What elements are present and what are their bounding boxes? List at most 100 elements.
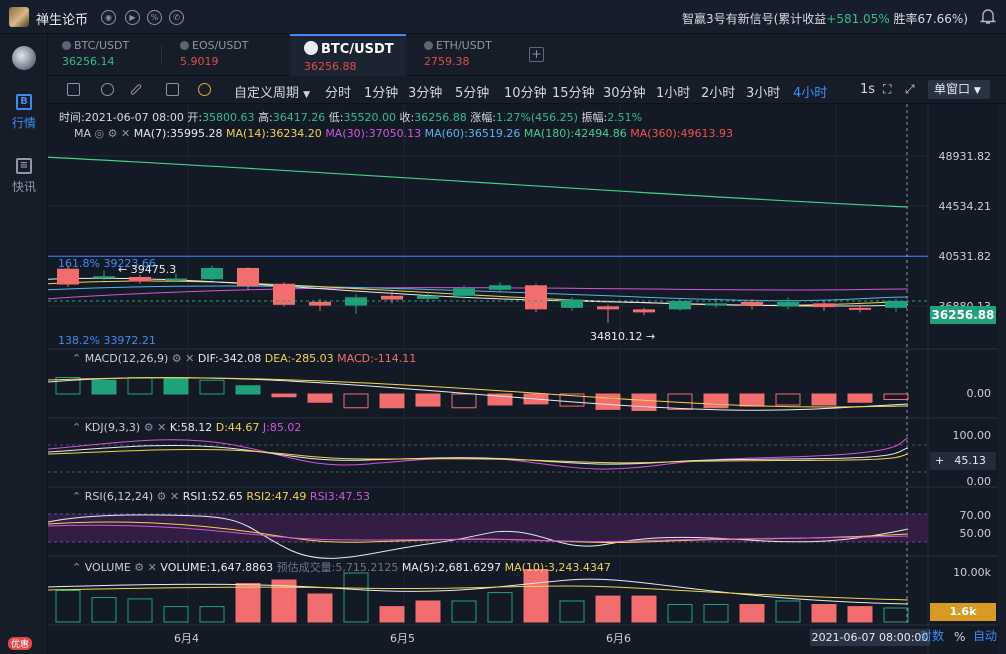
nav-market[interactable]: B 行情 bbox=[0, 94, 48, 131]
coin-icon bbox=[62, 41, 71, 50]
close-icon[interactable]: ✕ bbox=[121, 127, 130, 140]
pen-icon[interactable] bbox=[129, 83, 143, 96]
fullscreen-icon[interactable]: ⛶ bbox=[883, 82, 891, 97]
custom-period-dropdown[interactable]: 自定义周期 ▼ bbox=[234, 82, 310, 101]
candle-body bbox=[849, 307, 871, 310]
candle-body bbox=[129, 276, 151, 282]
tab-btc-usdt-active[interactable]: BTC/USDT 36256.88 bbox=[290, 34, 406, 76]
macd-bar bbox=[775, 393, 801, 406]
period-7[interactable]: 1小时 bbox=[656, 82, 690, 101]
macd-bar bbox=[631, 393, 657, 411]
plus-icon[interactable]: + bbox=[930, 452, 944, 470]
info-time: 时间:2021-06-07 08:00 bbox=[59, 111, 184, 124]
candle-body bbox=[777, 301, 799, 307]
tab-pair: BTC/USDT bbox=[74, 39, 130, 52]
app-logo-icon[interactable] bbox=[12, 46, 36, 70]
auto-scale-toggle[interactable]: 自动 bbox=[973, 627, 997, 644]
period-4[interactable]: 10分钟 bbox=[504, 82, 547, 101]
bell-icon[interactable] bbox=[980, 8, 996, 25]
percent-scale-toggle[interactable]: % bbox=[954, 630, 965, 644]
macd-name: MACD(12,26,9) bbox=[84, 352, 169, 365]
close-icon[interactable]: ✕ bbox=[185, 352, 194, 365]
settings-icon[interactable]: ⚙ bbox=[134, 561, 144, 574]
volume-name: VOLUME bbox=[84, 561, 131, 574]
tag-icon[interactable]: ◉ bbox=[101, 10, 116, 25]
price-axis-label: 48931.82 bbox=[938, 150, 992, 163]
macd-bar bbox=[91, 379, 117, 395]
nav-news[interactable]: ≡ 快讯 bbox=[0, 158, 48, 195]
tab-price: 36256.88 bbox=[304, 60, 357, 73]
volume-bar bbox=[127, 598, 153, 623]
info-amp-label: 振幅: bbox=[581, 111, 608, 124]
signal-notice[interactable]: 智赢3号有新信号(累计收益+581.05% 胜率67.66%) bbox=[682, 10, 968, 27]
volume-value: VOLUME:1,647.8863 bbox=[160, 561, 274, 574]
candle-body bbox=[741, 301, 763, 306]
time-axis-label: 6月5 bbox=[390, 632, 415, 645]
nav-market-label: 行情 bbox=[11, 116, 36, 130]
macd-bar bbox=[451, 393, 477, 409]
volume-tag: 1.6k bbox=[930, 603, 996, 621]
settings-icon[interactable]: ⚙ bbox=[108, 127, 118, 140]
collapse-icon[interactable]: ⌃ bbox=[72, 561, 81, 574]
collapse-icon[interactable]: ⌃ bbox=[72, 352, 81, 365]
settings-icon[interactable]: ⚙ bbox=[144, 421, 154, 434]
add-tab-button[interactable]: + bbox=[529, 47, 544, 62]
collapse-icon[interactable]: ⌃ bbox=[72, 421, 81, 434]
macd-bar bbox=[127, 377, 153, 395]
volume-bar bbox=[307, 593, 333, 623]
eye-icon[interactable]: ◎ bbox=[95, 127, 105, 140]
period-6[interactable]: 30分钟 bbox=[603, 82, 646, 101]
kdj-k: K:58.12 bbox=[169, 421, 213, 434]
video-icon[interactable]: ▶ bbox=[125, 10, 140, 25]
period-5[interactable]: 15分钟 bbox=[552, 82, 595, 101]
high-marker: ← 39475.3 bbox=[118, 263, 177, 276]
volume-bar bbox=[523, 569, 549, 623]
tab-eth-usdt[interactable]: ETH/USDT 2759.38 bbox=[410, 34, 522, 76]
promo-badge[interactable]: 优惠 bbox=[8, 637, 33, 650]
coin-icon bbox=[180, 41, 189, 50]
percent-icon[interactable]: % bbox=[147, 10, 162, 25]
tab-eos-usdt[interactable]: EOS/USDT 5.9019 bbox=[166, 34, 284, 76]
settings-icon[interactable] bbox=[101, 83, 114, 96]
macd-bar bbox=[163, 378, 189, 395]
top-bar: 禅生论币 ◉ ▶ % ✆ 智赢3号有新信号(累计收益+581.05% 胜率67.… bbox=[0, 0, 1006, 34]
volume-bar bbox=[379, 606, 405, 623]
volume-bar bbox=[163, 606, 189, 623]
period-0[interactable]: 分时 bbox=[325, 82, 351, 101]
close-icon[interactable]: ✕ bbox=[157, 421, 166, 434]
period-9[interactable]: 3小时 bbox=[746, 82, 780, 101]
period-8[interactable]: 2小时 bbox=[701, 82, 735, 101]
settings-icon[interactable]: ⚙ bbox=[172, 352, 182, 365]
period-1[interactable]: 1分钟 bbox=[364, 82, 398, 101]
period-3[interactable]: 5分钟 bbox=[455, 82, 489, 101]
phone-icon[interactable]: ✆ bbox=[169, 10, 184, 25]
rsi-axis-label: 70.00 bbox=[959, 509, 992, 522]
macd-axis-label: 0.00 bbox=[966, 387, 992, 400]
volume-bar bbox=[235, 583, 261, 623]
chart-area[interactable]: 时间:2021-06-07 08:00 开:35800.63 高:36417.2… bbox=[48, 104, 998, 654]
expand-icon[interactable]: ⤢ bbox=[905, 82, 915, 97]
lock-icon[interactable] bbox=[166, 83, 179, 96]
close-icon[interactable]: ✕ bbox=[170, 490, 179, 503]
volume-bar bbox=[847, 606, 873, 623]
kdj-axis-label: 100.00 bbox=[952, 429, 992, 442]
window-mode-dropdown[interactable]: 单窗口 ▼ bbox=[928, 80, 990, 99]
avatar[interactable] bbox=[9, 7, 29, 27]
period-10[interactable]: 4小时 bbox=[793, 82, 827, 101]
kdj-j: J:85.02 bbox=[262, 421, 302, 434]
collapse-icon[interactable]: ⌃ bbox=[72, 490, 81, 503]
period-2[interactable]: 3分钟 bbox=[408, 82, 442, 101]
close-icon[interactable]: ✕ bbox=[148, 561, 157, 574]
candle-body bbox=[525, 285, 547, 310]
tab-btc-usdt[interactable]: BTC/USDT 36256.14 bbox=[48, 34, 160, 76]
kdj-legend: ⌃ KDJ(9,3,3) ⚙ ✕ K:58.12 D:44.67 J:85.02 bbox=[72, 421, 301, 434]
chevron-down-icon: ▼ bbox=[973, 86, 981, 96]
log-scale-toggle[interactable]: 对数 bbox=[920, 627, 944, 644]
settings-icon[interactable]: ⚙ bbox=[157, 490, 167, 503]
candle-body bbox=[381, 295, 403, 300]
indicator-icon[interactable] bbox=[198, 83, 211, 96]
info-change-label: 涨幅: bbox=[470, 111, 496, 124]
line-chart-icon[interactable] bbox=[67, 83, 80, 96]
rsi1-value: RSI1:52.65 bbox=[182, 490, 243, 503]
interval-button[interactable]: 1s bbox=[860, 82, 875, 97]
